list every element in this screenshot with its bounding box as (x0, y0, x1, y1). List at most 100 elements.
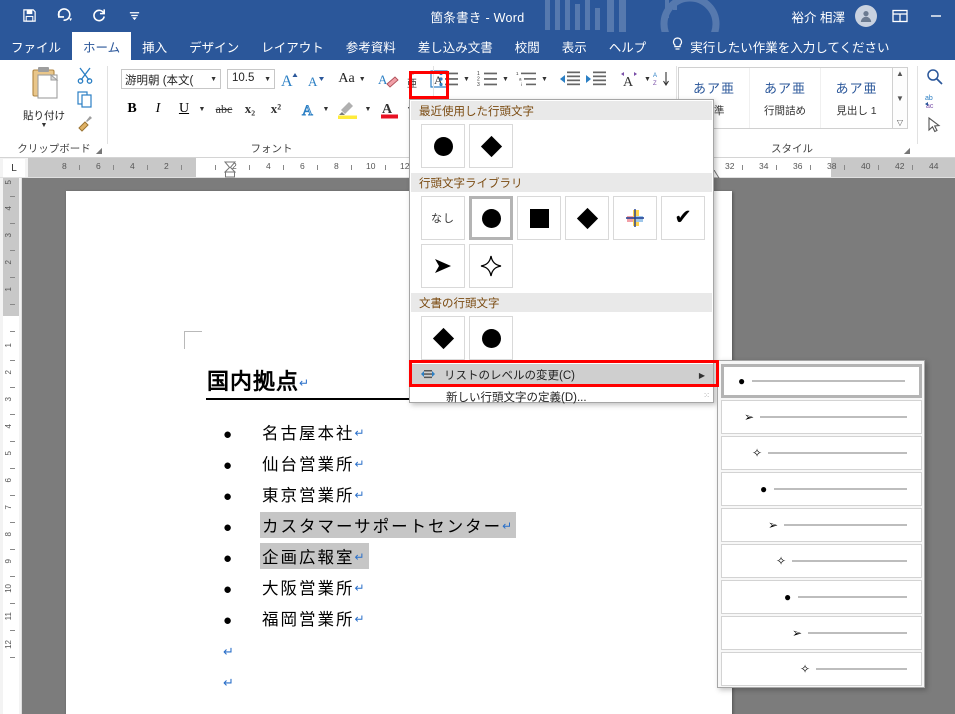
list-item-text-selected[interactable]: カスタマーサポートセンター↵ (260, 512, 517, 538)
numbering-dropdown-arrow[interactable]: ▼ (502, 76, 509, 83)
phonetic-guide-button[interactable]: ア亜 (403, 68, 425, 90)
styles-scrollbar[interactable]: ▲ ▼ ▽ (893, 67, 908, 129)
underline-button[interactable]: U (173, 98, 195, 120)
list-item[interactable]: ● 仙台営業所↵ (207, 450, 727, 481)
tab-help[interactable]: ヘルプ (598, 32, 658, 60)
font-color-button[interactable]: A (377, 98, 403, 120)
increase-indent-button[interactable] (585, 70, 607, 88)
list-item[interactable]: ● 東京営業所↵ (207, 481, 727, 512)
list-item-text[interactable]: 東京営業所↵ (260, 481, 369, 507)
copy-button[interactable] (76, 90, 94, 111)
list-level-2[interactable]: ➢ (721, 400, 922, 434)
styles-more-icon[interactable]: ▽ (897, 118, 903, 127)
sort-button[interactable]: AZ (653, 70, 673, 88)
clipboard-dialog-launcher[interactable]: ◢ (96, 146, 102, 155)
bullet-sparkle[interactable] (469, 244, 513, 288)
menu-define-new-bullet[interactable]: 新しい行頭文字の定義(D)... (410, 386, 713, 408)
phonetic-dropdown-arrow[interactable]: ▼ (644, 76, 651, 83)
paste-dropdown-arrow[interactable]: ▼ (18, 122, 70, 129)
bullet-none[interactable]: なし (421, 196, 465, 240)
chevron-down-icon[interactable]: ▼ (210, 76, 217, 83)
paste-button[interactable]: 貼り付け ▼ (18, 66, 70, 129)
bullets-button[interactable]: ▼ (438, 70, 470, 88)
styles-scroll-down-icon[interactable]: ▼ (896, 94, 904, 103)
vertical-ruler[interactable]: 5 4 3 2 1 1 2 3 4 5 6 7 8 9 10 11 12 (0, 178, 22, 714)
bold-button[interactable]: B (121, 98, 143, 120)
tab-insert[interactable]: 挿入 (131, 32, 178, 60)
list-item[interactable]: ● 企画広報室↵ (207, 543, 727, 574)
bullet-library-dropdown[interactable]: 最近使用した行頭文字 行頭文字ライブラリ なし ✔ 文書の行頭文字 リストのレベ… (409, 99, 714, 404)
bullet-diamond-document[interactable] (421, 316, 465, 360)
list-item-text[interactable]: 名古屋本社↵ (260, 419, 369, 445)
multilevel-list-button[interactable]: 1 a i ▼ (516, 70, 548, 88)
text-effects-dropdown-arrow[interactable]: ▼ (319, 98, 333, 120)
empty-paragraph[interactable]: ↵ (207, 667, 727, 698)
tab-references[interactable]: 参考資料 (335, 32, 407, 60)
list-level-8[interactable]: ➢ (721, 616, 922, 650)
list-level-3[interactable]: ✧ (721, 436, 922, 470)
bullet-arrow[interactable] (421, 244, 465, 288)
list-item-text-selected[interactable]: 企画広報室↵ (260, 543, 369, 569)
font-size-combobox[interactable]: 10.5 ▼ (227, 69, 275, 89)
list-level-6[interactable]: ✧ (721, 544, 922, 578)
grow-font-button[interactable]: A (279, 68, 303, 90)
text-effects-button[interactable]: A (297, 98, 321, 120)
italic-button[interactable]: I (147, 98, 169, 120)
tab-review[interactable]: 校閲 (504, 32, 551, 60)
underline-dropdown-arrow[interactable]: ▼ (195, 98, 209, 120)
tab-stop-selector[interactable]: L (3, 159, 25, 177)
list-item[interactable]: ● 福岡営業所↵ (207, 605, 727, 636)
tab-home[interactable]: ホーム (72, 32, 132, 60)
list-level-4[interactable]: ● (721, 472, 922, 506)
tab-layout[interactable]: レイアウト (250, 32, 335, 60)
list-item-text[interactable]: 仙台営業所↵ (260, 450, 369, 476)
numbering-button[interactable]: 1 2 3 ▼ (477, 70, 509, 88)
bullet-circle-document[interactable] (469, 316, 513, 360)
shrink-font-button[interactable]: A (305, 68, 329, 90)
list-item[interactable]: ● カスタマーサポートセンター↵ (207, 512, 727, 543)
list-item[interactable]: ● 名古屋本社↵ (207, 419, 727, 450)
ribbon-display-options-icon[interactable] (887, 3, 913, 29)
list-item-text[interactable]: 大阪営業所↵ (260, 574, 369, 600)
list-level-5[interactable]: ➢ (721, 508, 922, 542)
highlight-button[interactable] (335, 98, 361, 120)
tab-file[interactable]: ファイル (0, 32, 72, 60)
bullets-dropdown-arrow[interactable]: ▼ (463, 76, 470, 83)
multilevel-dropdown-arrow[interactable]: ▼ (541, 76, 548, 83)
minimize-icon[interactable] (923, 3, 949, 29)
font-name-combobox[interactable]: 游明朝 (本文( ▼ (121, 69, 221, 89)
avatar[interactable] (855, 5, 877, 27)
phonetic-format-button[interactable]: A ▼ (619, 70, 651, 88)
bullet-circle-recent[interactable] (421, 124, 465, 168)
styles-scroll-up-icon[interactable]: ▲ (896, 69, 904, 78)
style-item-heading1[interactable]: あア亜 見出し 1 (821, 68, 892, 128)
bullet-square[interactable] (517, 196, 561, 240)
tab-mailings[interactable]: 差し込み文書 (407, 32, 504, 60)
find-button[interactable] (925, 68, 945, 89)
clear-formatting-button[interactable]: A (377, 68, 401, 90)
empty-paragraph[interactable]: ↵ (207, 636, 727, 667)
highlight-dropdown-arrow[interactable]: ▼ (361, 98, 375, 120)
bullet-check[interactable]: ✔ (661, 196, 705, 240)
bullet-list[interactable]: ● 名古屋本社↵ ● 仙台営業所↵ ● 東京営業所↵ ● カスタマーサポートセン… (207, 419, 727, 698)
list-level-7[interactable]: ● (721, 580, 922, 614)
chevron-down-icon[interactable]: ▼ (264, 76, 271, 83)
tell-me-search[interactable]: 実行したい作業を入力してください (657, 32, 890, 60)
list-level-9[interactable]: ✧ (721, 652, 922, 686)
styles-dialog-launcher[interactable]: ◢ (904, 146, 910, 155)
cut-button[interactable] (76, 66, 94, 87)
tab-design[interactable]: デザイン (178, 32, 250, 60)
select-button[interactable] (925, 116, 943, 137)
chevron-down-icon[interactable]: ▼ (359, 76, 366, 83)
format-painter-button[interactable] (76, 114, 94, 135)
replace-button[interactable]: ab ac (925, 92, 947, 113)
change-case-button[interactable]: Aa ▼ (333, 68, 371, 90)
bullet-flower[interactable] (613, 196, 657, 240)
list-level-submenu[interactable]: ● ➢ ✧ ● ➢ ✧ ● ➢ ✧ (717, 360, 925, 688)
list-item[interactable]: ● 大阪営業所↵ (207, 574, 727, 605)
decrease-indent-button[interactable] (559, 70, 581, 88)
list-item-text[interactable]: 福岡営業所↵ (260, 605, 369, 631)
superscript-button[interactable]: x² (265, 98, 287, 120)
bullet-diamond[interactable] (565, 196, 609, 240)
menu-change-list-level[interactable]: リストのレベルの変更(C) ▶ (410, 364, 713, 386)
